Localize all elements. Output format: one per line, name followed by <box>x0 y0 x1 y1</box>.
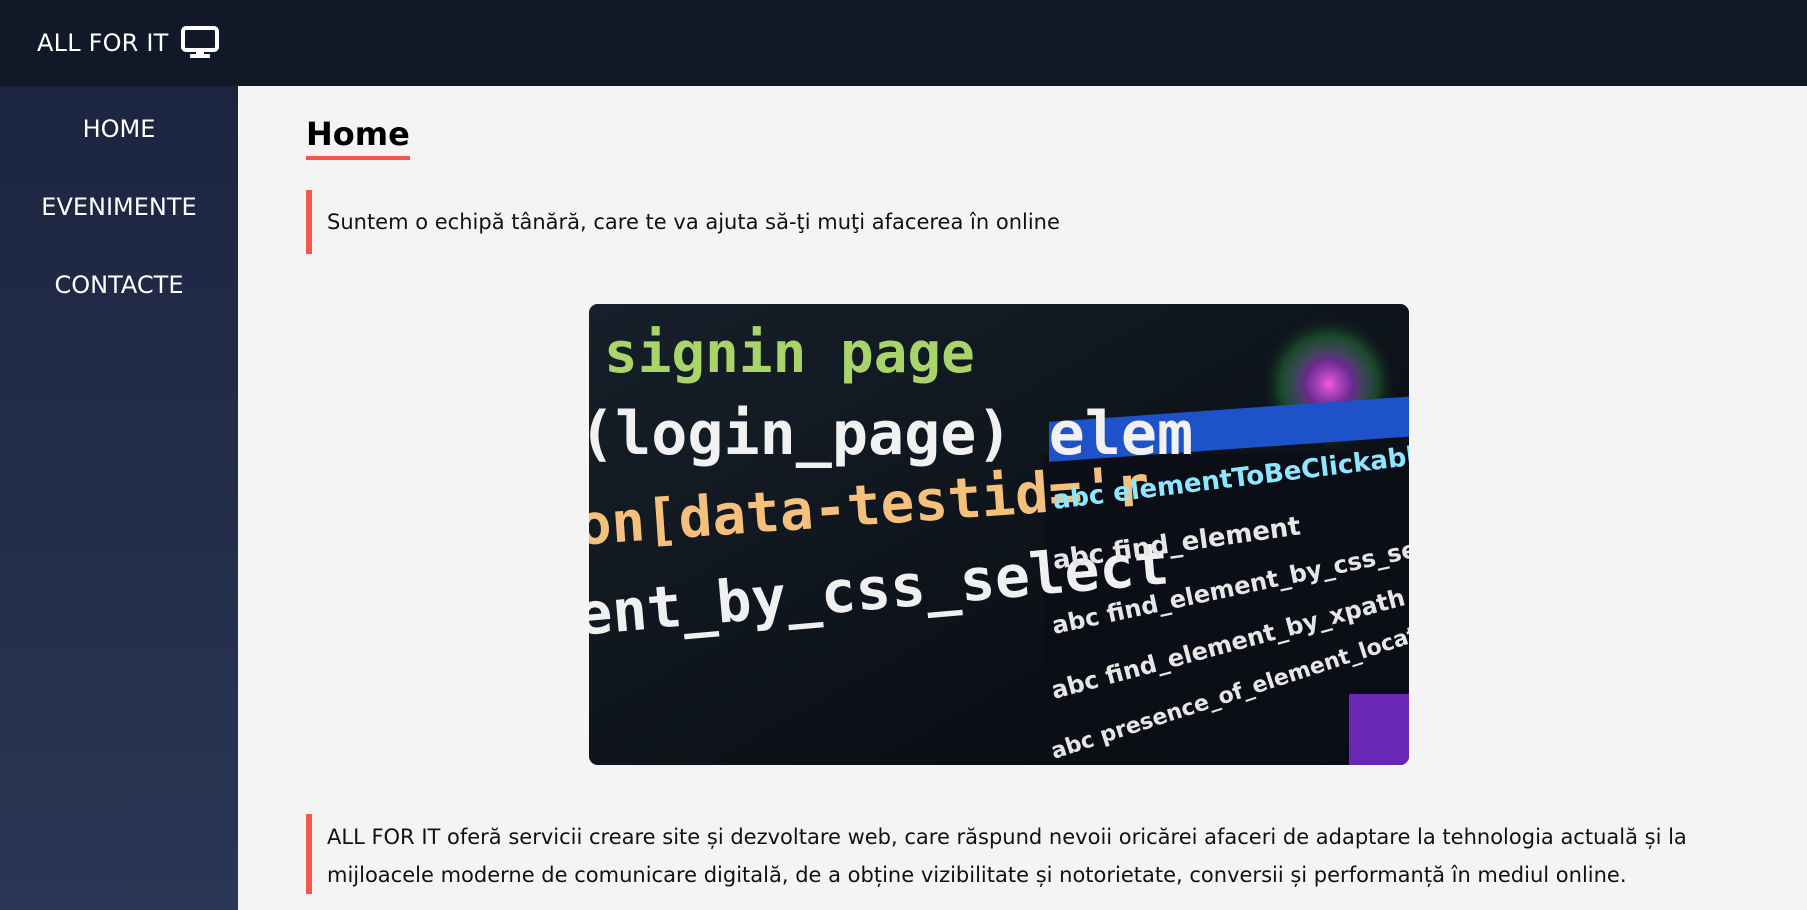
sidebar-item-contacte[interactable]: CONTACTE <box>0 246 238 324</box>
main-content: Home Suntem o echipă tânără, care te va … <box>238 86 1807 910</box>
description-quote: ALL FOR IT oferă servicii creare site și… <box>306 814 1707 894</box>
page-title: Home <box>306 114 410 160</box>
sidebar: HOME EVENIMENTE CONTACTE <box>0 86 238 910</box>
monitor-icon <box>180 26 219 60</box>
code-editor-illustration: signin page (login_page) elem on[data-te… <box>589 304 1409 765</box>
brand-logo-link[interactable]: ALL FOR IT <box>37 26 219 60</box>
code-line-1: signin page <box>604 321 975 386</box>
sidebar-item-evenimente[interactable]: EVENIMENTE <box>0 168 238 246</box>
top-bar: ALL FOR IT <box>0 0 1807 86</box>
sidebar-item-home[interactable]: HOME <box>0 90 238 168</box>
intro-quote: Suntem o echipă tânără, care te va ajuta… <box>306 190 1060 254</box>
hero-code-image: signin page (login_page) elem on[data-te… <box>589 304 1409 765</box>
brand-name: ALL FOR IT <box>37 29 169 57</box>
